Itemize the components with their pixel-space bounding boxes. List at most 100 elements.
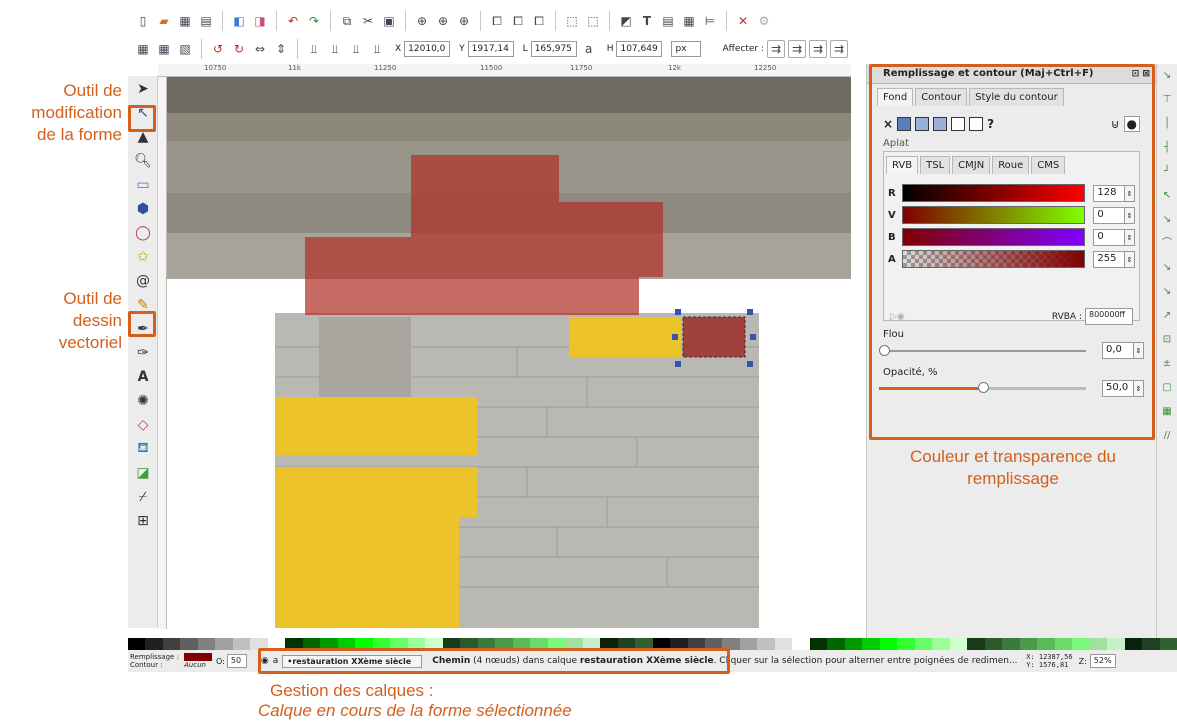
palette-swatch[interactable] [1089, 638, 1108, 650]
palette-swatch[interactable] [232, 638, 251, 650]
copy-icon[interactable]: ⧉ [338, 12, 356, 30]
flip-horizontal-icon[interactable]: ⇔ [251, 40, 269, 58]
raise-top-icon[interactable]: ⫫ [368, 40, 386, 58]
print-icon[interactable]: ▤ [197, 12, 215, 30]
palette-swatch[interactable] [879, 638, 898, 650]
palette-swatch[interactable] [1037, 638, 1055, 650]
palette-swatch[interactable] [128, 638, 146, 650]
xml-editor-icon[interactable]: ▦ [680, 12, 698, 30]
opacity-status-input[interactable]: 50 [226, 654, 247, 668]
palette-swatch[interactable] [757, 638, 775, 650]
width-input[interactable]: 165,975 [530, 41, 577, 57]
duplicate-icon[interactable]: ⧠ [488, 12, 506, 30]
text-icon[interactable]: T [638, 12, 656, 30]
height-input[interactable]: 107,649 [616, 41, 663, 57]
redo-icon[interactable]: ↷ [305, 12, 323, 30]
palette-swatch[interactable] [827, 638, 845, 650]
palette-swatch[interactable] [739, 638, 758, 650]
connector-tool-icon[interactable]: ⊞ [131, 509, 155, 532]
zoom-drawing-icon[interactable]: ⊕ [434, 12, 452, 30]
star-tool-icon[interactable]: ✩ [131, 245, 155, 268]
palette-swatch[interactable] [914, 638, 933, 650]
rotate-cw-icon[interactable]: ↻ [230, 40, 248, 58]
deselect-icon[interactable]: ▧ [176, 40, 194, 58]
palette-swatch[interactable] [1054, 638, 1073, 650]
palette-swatch[interactable] [949, 638, 968, 650]
palette-swatch[interactable] [162, 638, 181, 650]
spiral-tool-icon[interactable]: @ [131, 269, 155, 292]
zoom-selection-icon[interactable]: ⊕ [413, 12, 431, 30]
dropper-tool-icon[interactable]: ⌿ [131, 485, 155, 508]
rectangle-tool-icon[interactable]: ▭ [131, 173, 155, 196]
palette-swatch[interactable] [1072, 638, 1090, 650]
align-icon[interactable]: ⊨ [701, 12, 719, 30]
palette-swatch[interactable] [984, 638, 1003, 650]
new-document-icon[interactable]: ▯ [134, 12, 152, 30]
palette-swatch[interactable] [1019, 638, 1038, 650]
ungroup-icon[interactable]: ⬚ [584, 12, 602, 30]
move-patterns-icon[interactable]: ⇉ [829, 40, 848, 58]
save-icon[interactable]: ▦ [176, 12, 194, 30]
palette-swatch[interactable] [215, 638, 233, 650]
palette-swatch[interactable] [932, 638, 950, 650]
fill-stroke-icon[interactable]: ◩ [617, 12, 635, 30]
cut-icon[interactable]: ✂ [359, 12, 377, 30]
flip-vertical-icon[interactable]: ⇕ [272, 40, 290, 58]
palette-swatch[interactable] [145, 638, 163, 650]
zoom-page-icon[interactable]: ⊕ [455, 12, 473, 30]
x-input[interactable]: 12010,0 [404, 41, 451, 57]
select-all-icon[interactable]: ▦ [134, 40, 152, 58]
scale-corners-icon[interactable]: ⇉ [787, 40, 806, 58]
undo-icon[interactable]: ↶ [284, 12, 302, 30]
palette-swatch[interactable] [967, 638, 985, 650]
palette-swatch[interactable] [197, 638, 216, 650]
gradient-tool-icon[interactable]: ◪ [131, 461, 155, 484]
select-all-layers-icon[interactable]: ▦ [155, 40, 173, 58]
palette-swatch[interactable] [1124, 638, 1143, 650]
y-input[interactable]: 1917,14 [467, 41, 514, 57]
palette-swatch[interactable] [180, 638, 198, 650]
layers-icon[interactable]: ▤ [659, 12, 677, 30]
zoom-input[interactable]: 52% [1089, 654, 1116, 668]
fill-swatch[interactable] [184, 653, 212, 661]
palette-swatch[interactable] [809, 638, 828, 650]
move-gradients-icon[interactable]: ⇉ [808, 40, 827, 58]
import-icon[interactable]: ◧ [230, 12, 248, 30]
lower-bottom-icon[interactable]: ⫫ [305, 40, 323, 58]
palette-swatch[interactable] [774, 638, 793, 650]
palette-swatch[interactable] [1107, 638, 1125, 650]
text-tool-icon[interactable]: A [131, 365, 155, 388]
palette-swatch[interactable] [792, 638, 810, 650]
raise-icon[interactable]: ⫫ [347, 40, 365, 58]
selected-path[interactable] [682, 316, 746, 358]
palette-swatch[interactable] [862, 638, 880, 650]
spray-tool-icon[interactable]: ✺ [131, 389, 155, 412]
palette-swatch[interactable] [897, 638, 915, 650]
scale-stroke-icon[interactable]: ⇉ [766, 40, 785, 58]
open-icon[interactable]: ▰ [155, 12, 173, 30]
drawing-canvas[interactable] [167, 77, 851, 628]
palette-swatch[interactable] [1142, 638, 1160, 650]
zoom-tool-icon[interactable]: 🔍︎ [131, 149, 155, 172]
3d-box-tool-icon[interactable]: ⬢ [131, 197, 155, 220]
lower-icon[interactable]: ⫫ [326, 40, 344, 58]
paste-icon[interactable]: ▣ [380, 12, 398, 30]
calligraphy-tool-icon[interactable]: ✑ [131, 341, 155, 364]
rotate-ccw-icon[interactable]: ↺ [209, 40, 227, 58]
group-icon[interactable]: ⬚ [563, 12, 581, 30]
palette-swatch[interactable] [844, 638, 863, 650]
snap-icons[interactable]: ↘ ⊤ │ ┤ ┘ ↖ ↘ ⌒ ↘ ↘ ↗ ⊡ ± ▢ ▦// [1157, 64, 1177, 448]
preferences-icon[interactable]: ⚙ [755, 12, 773, 30]
palette-swatch[interactable] [1159, 638, 1177, 650]
eraser-tool-icon[interactable]: ◇ [131, 413, 155, 436]
lock-icon[interactable]: a [580, 40, 598, 58]
unit-value[interactable]: px [671, 41, 702, 57]
export-icon[interactable]: ◨ [251, 12, 269, 30]
tools-icon[interactable]: ✕ [734, 12, 752, 30]
palette-swatch[interactable] [1002, 638, 1020, 650]
bucket-tool-icon[interactable]: ⛾ [131, 437, 155, 460]
clone-icon[interactable]: ⧠ [509, 12, 527, 30]
unlink-clone-icon[interactable]: ⧠ [530, 12, 548, 30]
unit-select[interactable]: px [671, 41, 702, 57]
ellipse-tool-icon[interactable]: ◯ [131, 221, 155, 244]
